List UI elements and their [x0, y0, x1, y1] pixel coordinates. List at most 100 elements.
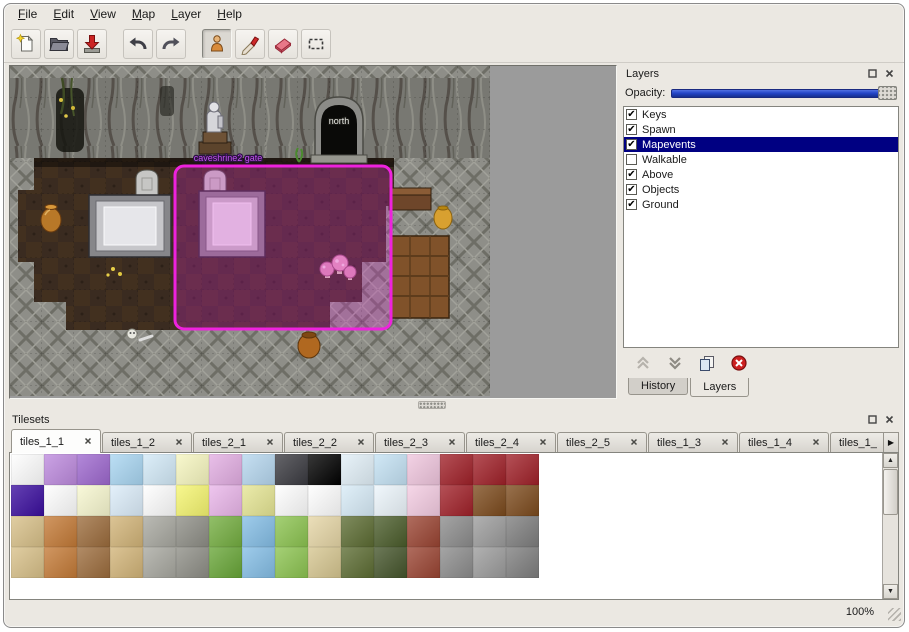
- tab-close-icon[interactable]: [266, 437, 274, 449]
- tile-1-3[interactable]: [110, 485, 143, 516]
- checkbox-checked-icon[interactable]: ✔: [626, 199, 637, 210]
- checkbox-checked-icon[interactable]: ✔: [626, 124, 637, 135]
- scrollbar-handle[interactable]: [883, 469, 898, 515]
- tile-0-1[interactable]: [44, 454, 77, 485]
- tile-3-5[interactable]: [176, 547, 209, 578]
- panel-tab-history[interactable]: History: [628, 378, 688, 395]
- tile-0-5[interactable]: [176, 454, 209, 485]
- tile-2-8[interactable]: [275, 516, 308, 547]
- tile-0-13[interactable]: [440, 454, 473, 485]
- tile-2-3[interactable]: [110, 516, 143, 547]
- select-tool-button[interactable]: [301, 29, 331, 59]
- tile-2-10[interactable]: [341, 516, 374, 547]
- float-panel-button[interactable]: [865, 67, 879, 81]
- map-viewport[interactable]: north: [9, 65, 617, 399]
- tile-1-5[interactable]: [176, 485, 209, 516]
- tile-3-13[interactable]: [440, 547, 473, 578]
- menu-map[interactable]: Map: [124, 6, 163, 23]
- checkbox-checked-icon[interactable]: ✔: [626, 169, 637, 180]
- checkbox-checked-icon[interactable]: ✔: [626, 139, 637, 150]
- tile-1-14[interactable]: [473, 485, 506, 516]
- close-tilesets-button[interactable]: [882, 413, 896, 427]
- tile-0-6[interactable]: [209, 454, 242, 485]
- float-tilesets-button[interactable]: [865, 413, 879, 427]
- layer-row-keys[interactable]: ✔Keys: [624, 107, 898, 122]
- tile-2-15[interactable]: [506, 516, 539, 547]
- tab-close-icon[interactable]: [448, 437, 456, 449]
- tile-3-15[interactable]: [506, 547, 539, 578]
- tile-3-0[interactable]: [11, 547, 44, 578]
- scroll-down-button[interactable]: ▼: [883, 584, 898, 599]
- tile-0-0[interactable]: [11, 454, 44, 485]
- checkbox-checked-icon[interactable]: ✔: [626, 184, 637, 195]
- brush-tool-button[interactable]: [235, 29, 265, 59]
- palette-scrollbar[interactable]: ▲ ▼: [882, 453, 898, 599]
- layer-row-mapevents[interactable]: ✔Mapevents: [624, 137, 898, 152]
- north-cave-entrance[interactable]: north: [311, 97, 367, 163]
- layer-row-spawn[interactable]: ✔Spawn: [624, 122, 898, 137]
- delete-layer-button[interactable]: [729, 354, 749, 374]
- tile-2-14[interactable]: [473, 516, 506, 547]
- tile-1-4[interactable]: [143, 485, 176, 516]
- horizontal-splitter[interactable]: [4, 399, 904, 411]
- layer-row-walkable[interactable]: Walkable: [624, 152, 898, 167]
- tile-2-1[interactable]: [44, 516, 77, 547]
- tile-0-4[interactable]: [143, 454, 176, 485]
- tile-3-4[interactable]: [143, 547, 176, 578]
- tile-3-8[interactable]: [275, 547, 308, 578]
- tile-2-13[interactable]: [440, 516, 473, 547]
- raise-layer-button[interactable]: [633, 354, 653, 374]
- tab-close-icon[interactable]: [630, 437, 638, 449]
- duplicate-layer-button[interactable]: [697, 354, 717, 374]
- tile-2-5[interactable]: [176, 516, 209, 547]
- undo-button[interactable]: [123, 29, 153, 59]
- tile-0-3[interactable]: [110, 454, 143, 485]
- scrollbar-track[interactable]: [883, 468, 898, 584]
- layer-row-objects[interactable]: ✔Objects: [624, 182, 898, 197]
- tile-2-2[interactable]: [77, 516, 110, 547]
- tile-3-1[interactable]: [44, 547, 77, 578]
- menu-edit[interactable]: Edit: [45, 6, 82, 23]
- tile-0-8[interactable]: [275, 454, 308, 485]
- tile-1-11[interactable]: [374, 485, 407, 516]
- opacity-slider-handle[interactable]: [878, 86, 897, 100]
- tile-3-2[interactable]: [77, 547, 110, 578]
- menu-view[interactable]: View: [82, 6, 124, 23]
- tile-1-8[interactable]: [275, 485, 308, 516]
- tile-0-12[interactable]: [407, 454, 440, 485]
- tileset-tab-tiles_2_1[interactable]: tiles_2_1: [193, 432, 283, 453]
- resize-grip[interactable]: [888, 608, 901, 621]
- opacity-slider[interactable]: [671, 85, 897, 101]
- tab-close-icon[interactable]: [721, 437, 729, 449]
- tile-2-0[interactable]: [11, 516, 44, 547]
- save-button[interactable]: [77, 29, 107, 59]
- tileset-tab-tiles_1_2[interactable]: tiles_1_2: [102, 432, 192, 453]
- tile-0-9[interactable]: [308, 454, 341, 485]
- tile-2-12[interactable]: [407, 516, 440, 547]
- tile-0-10[interactable]: [341, 454, 374, 485]
- tileset-tab-tiles_1_3[interactable]: tiles_1_3: [648, 432, 738, 453]
- tile-1-12[interactable]: [407, 485, 440, 516]
- tile-1-9[interactable]: [308, 485, 341, 516]
- tileset-tab-tiles_2_3[interactable]: tiles_2_3: [375, 432, 465, 453]
- tileset-tab-tiles_2_4[interactable]: tiles_2_4: [466, 432, 556, 453]
- close-panel-button[interactable]: [882, 67, 896, 81]
- tab-scroll-right-button[interactable]: ▶: [883, 432, 899, 453]
- menu-layer[interactable]: Layer: [163, 6, 209, 23]
- tab-close-icon[interactable]: [175, 437, 183, 449]
- tile-3-14[interactable]: [473, 547, 506, 578]
- tile-2-11[interactable]: [374, 516, 407, 547]
- tile-1-2[interactable]: [77, 485, 110, 516]
- tileset-tab-tiles_2_2[interactable]: tiles_2_2: [284, 432, 374, 453]
- tile-2-6[interactable]: [209, 516, 242, 547]
- tile-3-3[interactable]: [110, 547, 143, 578]
- tab-close-icon[interactable]: [539, 437, 547, 449]
- checkbox-checked-icon[interactable]: ✔: [626, 109, 637, 120]
- tile-1-0[interactable]: [11, 485, 44, 516]
- menu-file[interactable]: File: [10, 6, 45, 23]
- tile-3-12[interactable]: [407, 547, 440, 578]
- tile-0-2[interactable]: [77, 454, 110, 485]
- tile-1-10[interactable]: [341, 485, 374, 516]
- tile-1-15[interactable]: [506, 485, 539, 516]
- tile-3-7[interactable]: [242, 547, 275, 578]
